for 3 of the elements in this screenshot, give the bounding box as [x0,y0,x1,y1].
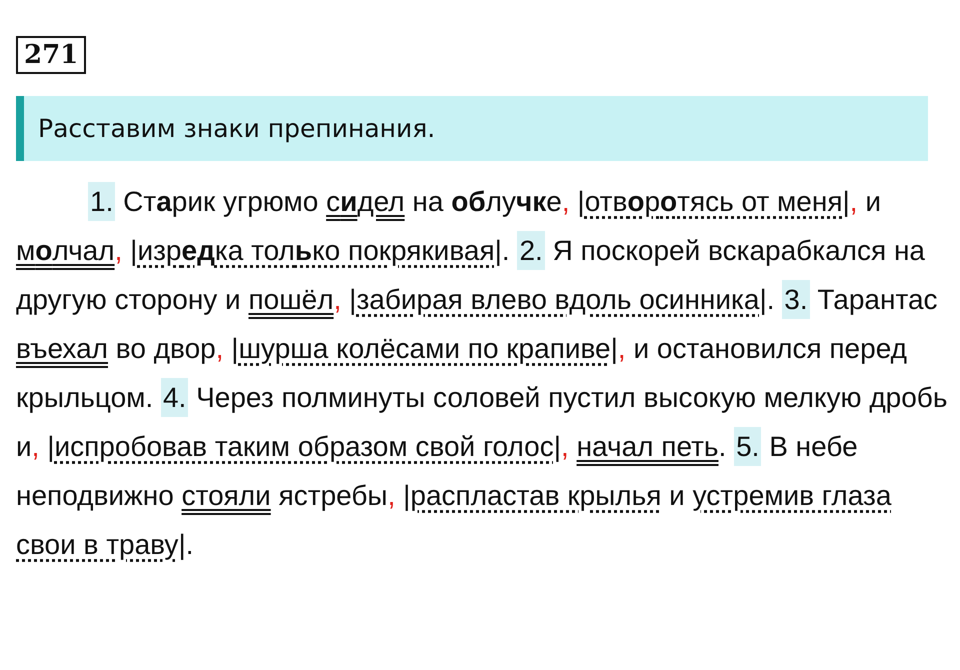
instruction-text: Расставим знаки препинания. [38,114,436,143]
exercise-paragraph: 1. Старик угрюмо сидел на облучке, |отворотясь от меня|, и молчал, |изредка только покрякивая|. 2. Я поскорей вскарабкался на другую сторону и пошёл, |забирая влево вдоль осинника|. 3. Тарантас въехал во двор, |шурша колёсами по крапиве|, и остановился перед крыльцом. 4. Через полминуты соловей пустил высокую мелкую дробь и, |испробовав таким образом свой голос|, начал петь. 5. В небе неподвижно стояли ястребы, |распластав крылья и устремив глаза свои в траву|. [16,177,948,569]
exercise-number: 271 [16,36,86,74]
